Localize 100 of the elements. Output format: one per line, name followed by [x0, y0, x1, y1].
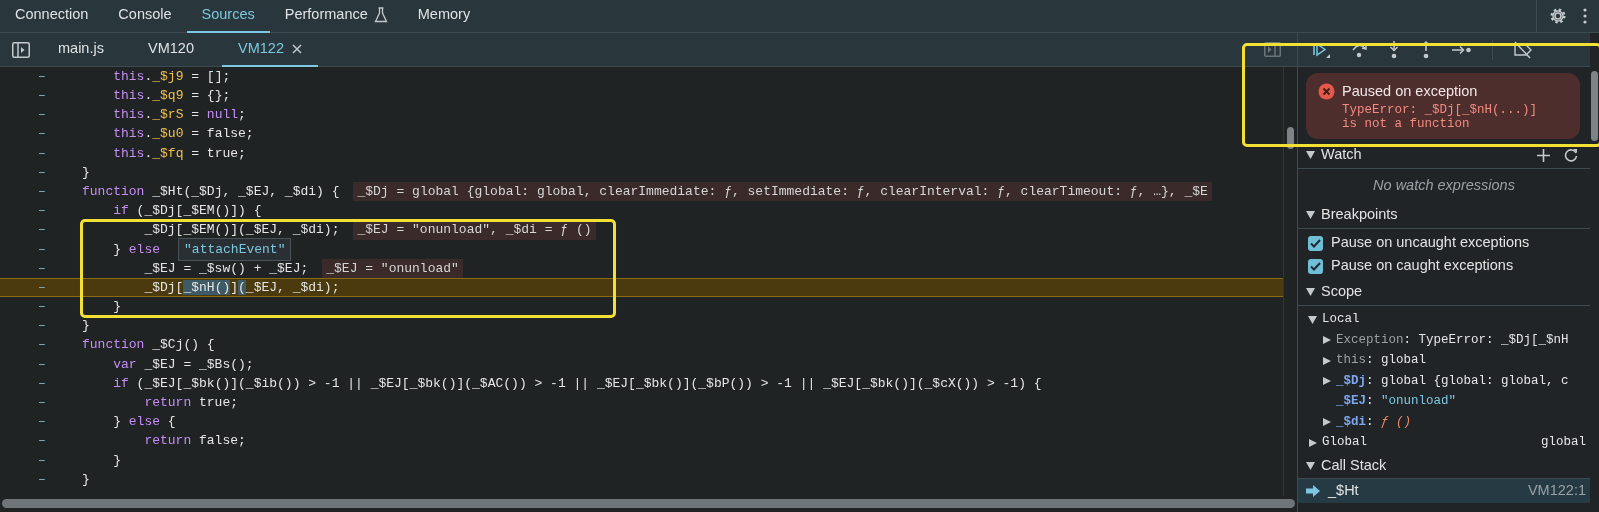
deactivate-breakpoints-icon[interactable]	[1513, 40, 1533, 59]
add-icon[interactable]	[1537, 148, 1550, 162]
line-marker: –	[37, 67, 47, 86]
expand-triangle-icon[interactable]	[1308, 438, 1317, 447]
expand-triangle-icon[interactable]	[1322, 336, 1331, 345]
more-menu-icon[interactable]	[1583, 8, 1587, 24]
flask-icon	[373, 7, 388, 23]
call-frame[interactable]: _$Ht VM122:1	[1298, 479, 1590, 503]
panel-tab[interactable]: Memory	[402, 0, 486, 33]
code-line: if (_$EJ[_$bk()](_$ib()) > -1 || _$EJ[_$bk()](_$AC()) > -1 || _$EJ[_$bk()](_$bP()) > -1 || _$EJ[_$bk()](_$cX()) > -1) {	[112, 374, 1042, 393]
line-marker: –	[37, 221, 47, 240]
code-line: _$Dj[_$nH()](_$EJ, _$di);	[143, 278, 340, 297]
code-line: function _$Cj() {	[82, 336, 215, 355]
value-tooltip: "attachEvent"	[178, 237, 292, 261]
code-line: } else {	[112, 413, 176, 432]
line-marker: –	[37, 163, 47, 182]
line-marker: –	[37, 106, 47, 125]
scrollbar-thumb[interactable]	[2, 499, 1295, 508]
checkbox[interactable]	[1308, 258, 1323, 274]
frame-location: VM122:1	[1527, 481, 1586, 501]
code-line: this._$j9 = [];	[112, 67, 231, 86]
error-message: TypeError: _$Dj[_$nH(...)] is not a function	[1342, 102, 1539, 131]
line-marker: –	[37, 298, 47, 317]
checkbox[interactable]	[1308, 235, 1323, 251]
line-marker: –	[37, 278, 47, 297]
code-line: }	[112, 298, 121, 317]
line-marker: –	[37, 87, 47, 106]
code-line: }	[82, 470, 90, 489]
panel-tab[interactable]: Connection	[0, 0, 104, 33]
scrollbar-thumb[interactable]	[1591, 71, 1598, 141]
line-marker: –	[37, 317, 47, 336]
current-frame-arrow-icon	[1306, 485, 1320, 497]
section-header[interactable]: Watch	[1298, 142, 1590, 169]
file-tab[interactable]: VM120	[132, 32, 222, 67]
inline-value: _$Dj = global {global: global, clearImmediate: ƒ, setImmediate: ƒ, clearInterval: ƒ, clearTimeout: ƒ, …}, _$E	[353, 181, 1212, 202]
line-marker: –	[37, 125, 47, 144]
variable-name[interactable]: this	[1336, 351, 1366, 371]
code-line: var _$EJ = _$Bs();	[112, 355, 254, 374]
scrollbar-thumb[interactable]	[1287, 127, 1294, 149]
line-marker: –	[37, 432, 47, 451]
code-line: this._$u0 = false;	[112, 125, 254, 144]
collapse-triangle-icon[interactable]	[1306, 151, 1315, 160]
variable-name[interactable]: Exception	[1336, 330, 1404, 350]
scope-group[interactable]: Global global	[1308, 432, 1590, 453]
refresh-icon[interactable]	[1564, 148, 1578, 163]
scope-value: global	[1541, 434, 1586, 452]
section-header[interactable]: Breakpoints	[1298, 202, 1590, 229]
banner-title: Paused on exception	[1342, 82, 1478, 101]
line-marker: –	[37, 374, 47, 393]
expand-triangle-icon[interactable]	[1322, 377, 1331, 386]
code-line: if (_$Dj[_$EM()]) {	[112, 202, 262, 221]
close-icon[interactable]	[291, 43, 302, 54]
expand-triangle-icon[interactable]	[1322, 356, 1331, 365]
checkbox-label: Pause on uncaught exceptions	[1331, 233, 1530, 253]
error-icon	[1318, 83, 1335, 101]
variable-name[interactable]: _$EJ	[1336, 392, 1366, 412]
code-line: } else	[112, 240, 161, 259]
line-marker: –	[37, 182, 47, 201]
panel-tab[interactable]: Console	[103, 0, 187, 33]
code-line: }	[112, 451, 121, 470]
line-marker: –	[37, 413, 47, 432]
variable-value: : "onunload"	[1366, 393, 1457, 411]
code-line: }	[82, 163, 90, 182]
collapse-triangle-icon[interactable]	[1306, 461, 1315, 470]
collapse-triangle-icon[interactable]	[1306, 211, 1315, 219]
variable-value: : global {global: global, c	[1366, 372, 1569, 390]
panel-tab[interactable]: Performance	[269, 0, 403, 33]
sidebar-toggle-icon[interactable]	[12, 41, 30, 58]
line-marker: –	[37, 259, 47, 278]
variable-value: : TypeError: _$Dj[_$nH	[1403, 331, 1569, 349]
code-line: function _$Ht(_$Dj, _$EJ, _$di) {	[82, 182, 340, 201]
inline-value: _$EJ = "onunload", _$di = ƒ ()	[353, 220, 596, 240]
line-marker: –	[37, 144, 47, 163]
code-line: _$Dj[_$EM()](_$EJ, _$di);	[143, 221, 340, 240]
variable-value: : global	[1366, 352, 1427, 370]
line-marker: –	[37, 336, 47, 355]
inline-value: _$EJ = "onunload"	[322, 258, 463, 279]
code-line: this._$rS = null;	[112, 106, 246, 125]
empty-watch-text: No watch expressions	[1372, 175, 1516, 195]
variable-name[interactable]: _$di	[1336, 412, 1366, 432]
variable-name[interactable]: _$Dj	[1336, 371, 1366, 391]
line-marker: –	[37, 240, 47, 259]
line-marker: –	[37, 451, 47, 470]
step-icon[interactable]	[1452, 43, 1472, 56]
line-marker: –	[37, 202, 47, 221]
line-marker: –	[37, 394, 47, 413]
step-into-icon[interactable]	[1388, 40, 1400, 59]
section-header[interactable]: Scope	[1298, 279, 1590, 306]
file-tab[interactable]: main.js	[42, 32, 132, 67]
collapse-triangle-icon[interactable]	[1306, 288, 1315, 296]
scrollbar[interactable]	[1283, 67, 1297, 496]
code-line: _$EJ = _$sw() + _$EJ;	[143, 259, 309, 278]
debugger-toggle-icon[interactable]	[1264, 42, 1281, 57]
line-marker: –	[37, 355, 47, 374]
expand-triangle-icon[interactable]	[1322, 418, 1331, 427]
code-line: this._$q9 = {};	[112, 87, 231, 106]
settings-icon[interactable]	[1549, 7, 1567, 25]
collapse-triangle-icon[interactable]	[1308, 315, 1317, 324]
scope-group[interactable]: Local	[1308, 309, 1590, 330]
line-marker: –	[37, 470, 47, 489]
